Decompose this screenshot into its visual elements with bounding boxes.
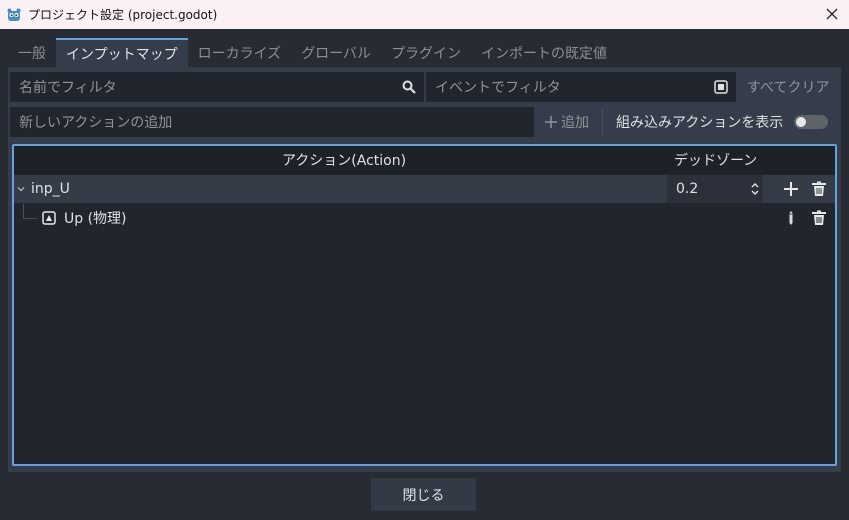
- edit-event-icon[interactable]: [782, 209, 800, 227]
- add-action-label: 追加: [561, 115, 589, 131]
- input-map-panel: 名前でフィルタ イベントでフィルタ すべてクリア 新しいアクションの追加 追加 …: [8, 67, 841, 472]
- close-icon[interactable]: [823, 5, 841, 23]
- add-event-icon[interactable]: [782, 180, 800, 198]
- toggle-knob: [796, 117, 806, 127]
- name-filter-input[interactable]: 名前でフィルタ: [10, 72, 424, 102]
- chevron-down-icon[interactable]: [16, 175, 26, 203]
- keyboard-icon[interactable]: [706, 80, 736, 94]
- action-tree[interactable]: アクション(Action) デッドゾーン inp_U 0.2 Up (物理): [12, 144, 837, 466]
- clear-all-button[interactable]: すべてクリア: [747, 72, 829, 102]
- event-filter-placeholder: イベントでフィルタ: [435, 80, 561, 96]
- tree-header: アクション(Action) デッドゾーン: [14, 146, 835, 174]
- plus-icon: [544, 115, 558, 129]
- dialog-panel: 一般 インプットマップ ローカライズ グローバル プラグイン インポートの既定値…: [0, 29, 849, 520]
- tab-globals[interactable]: グローバル: [291, 38, 381, 67]
- godot-icon: [6, 7, 22, 23]
- deadzone-spinbox[interactable]: 0.2: [667, 175, 763, 203]
- tab-input-map[interactable]: インプットマップ: [56, 38, 188, 67]
- name-filter-placeholder: 名前でフィルタ: [19, 80, 117, 96]
- separator: [602, 109, 603, 135]
- column-action: アクション(Action): [282, 153, 407, 169]
- window-titlebar: プロジェクト設定 (project.godot): [0, 0, 849, 29]
- show-builtin-label: 組み込みアクションを表示: [616, 115, 784, 131]
- tab-import-defaults[interactable]: インポートの既定値: [471, 38, 617, 67]
- event-filter-input[interactable]: イベントでフィルタ: [426, 72, 736, 102]
- tab-general[interactable]: 一般: [8, 38, 56, 67]
- action-row[interactable]: inp_U 0.2: [14, 175, 835, 203]
- add-action-button[interactable]: 追加: [544, 107, 589, 137]
- tab-plugins[interactable]: プラグイン: [381, 38, 471, 67]
- tab-bar: 一般 インプットマップ ローカライズ グローバル プラグイン インポートの既定値: [8, 38, 617, 67]
- tree-guide-line: [23, 204, 24, 218]
- new-action-input[interactable]: 新しいアクションの追加: [10, 107, 534, 137]
- new-action-placeholder: 新しいアクションの追加: [19, 115, 173, 131]
- window-title: プロジェクト設定 (project.godot): [28, 8, 218, 22]
- deadzone-value: 0.2: [676, 181, 699, 197]
- tab-localization[interactable]: ローカライズ: [188, 38, 292, 67]
- show-builtin-toggle[interactable]: [794, 115, 828, 129]
- action-name: inp_U: [31, 181, 70, 197]
- search-icon: [394, 80, 424, 94]
- key-icon: [42, 204, 56, 232]
- close-button[interactable]: 閉じる: [371, 478, 476, 511]
- column-deadzone: デッドゾーン: [674, 153, 758, 169]
- tree-guide-line: [23, 218, 37, 219]
- delete-action-icon[interactable]: [810, 180, 828, 198]
- event-label: Up (物理): [64, 211, 127, 227]
- event-row[interactable]: Up (物理): [14, 204, 835, 232]
- spinner-arrows-icon[interactable]: [747, 182, 763, 196]
- delete-event-icon[interactable]: [810, 209, 828, 227]
